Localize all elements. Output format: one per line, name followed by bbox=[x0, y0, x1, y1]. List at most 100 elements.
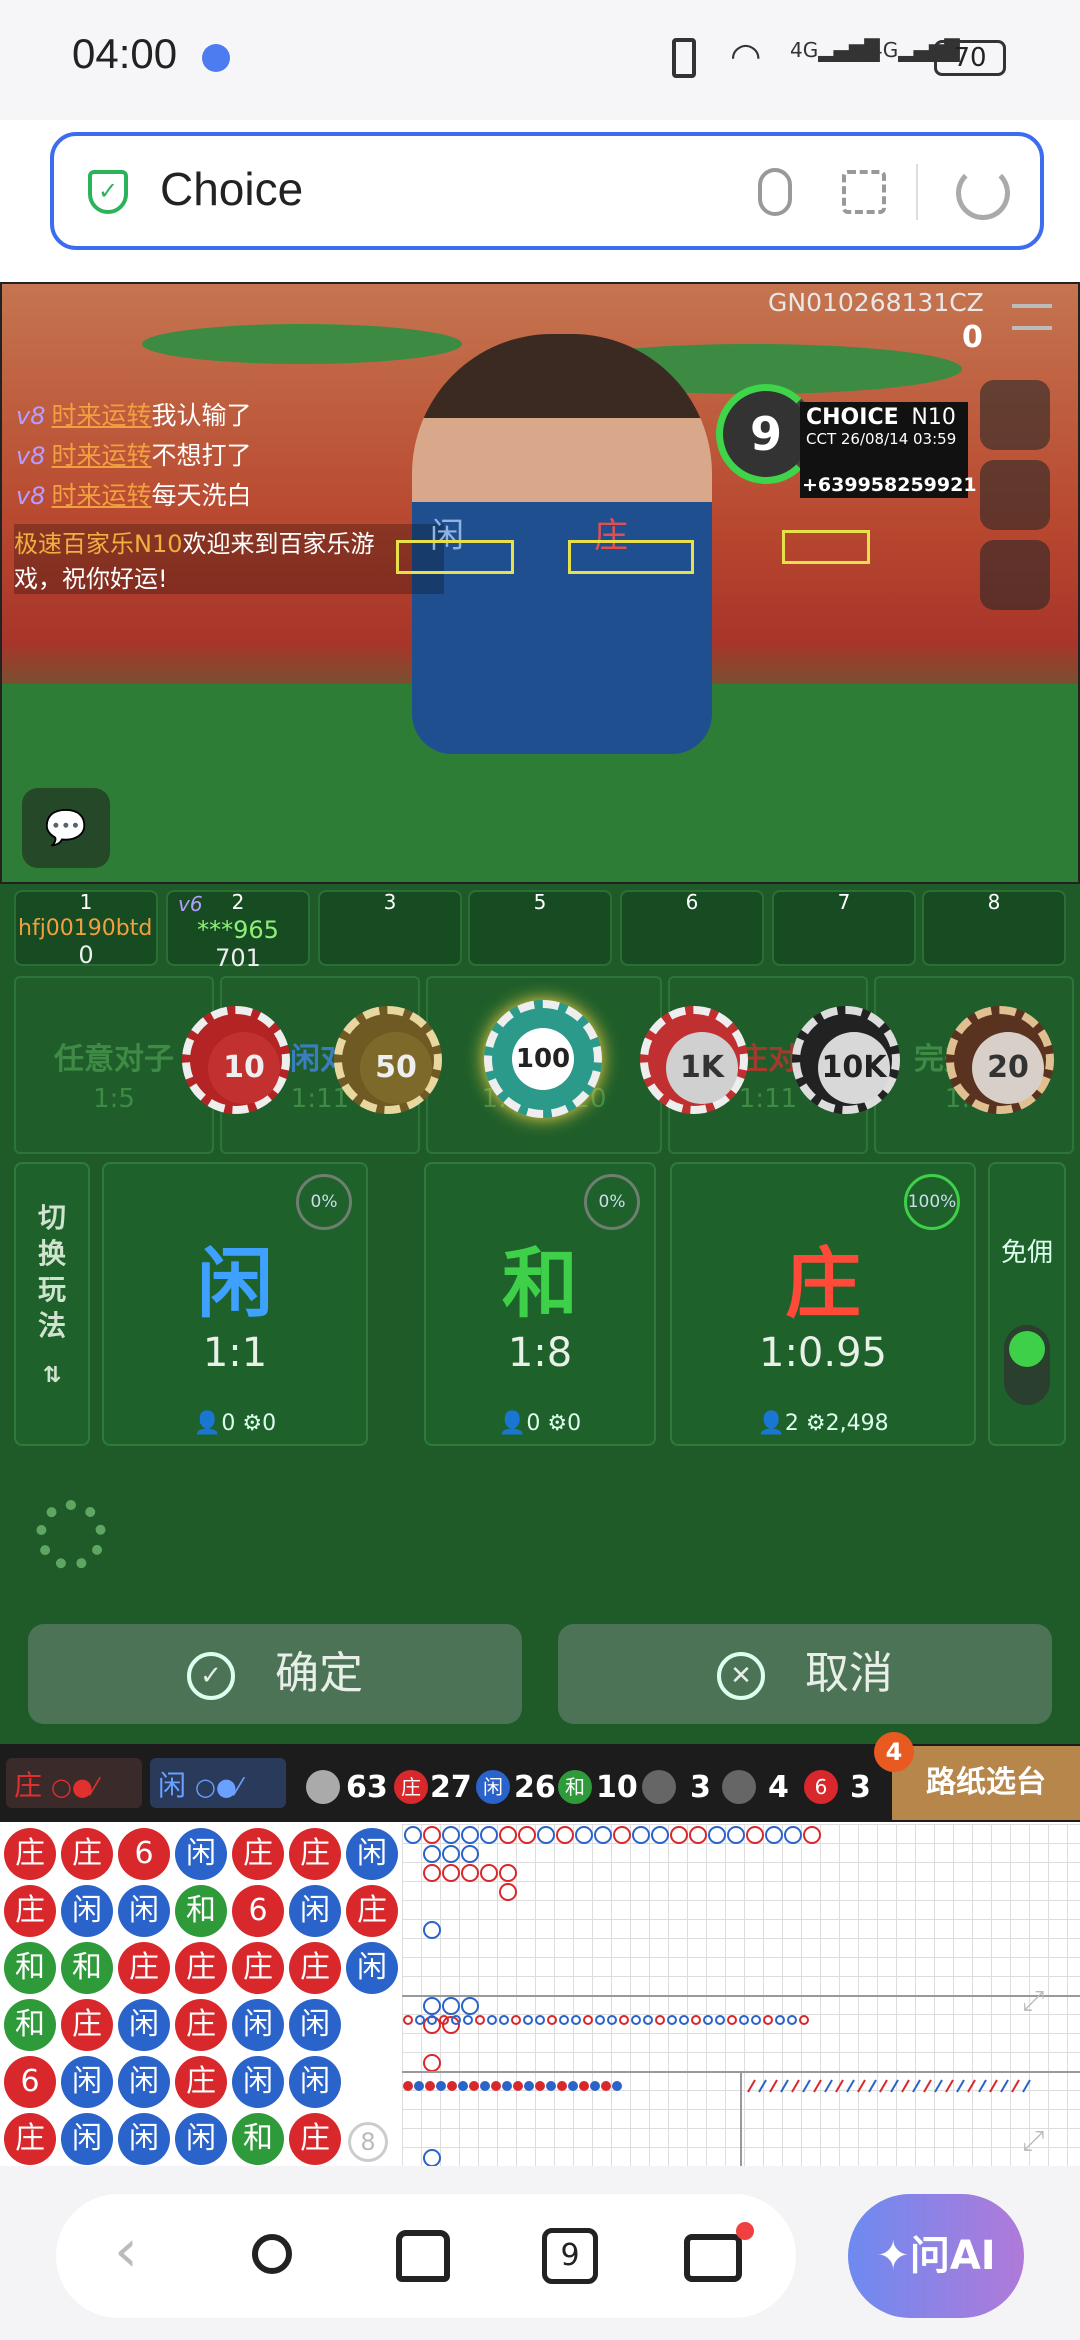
road-mark bbox=[469, 2081, 479, 2091]
road-mark bbox=[442, 1826, 460, 1844]
bet-tie[interactable]: 0% 和 1:8 👤0 ⚙0 bbox=[424, 1162, 656, 1446]
bet-banker[interactable]: 100% 庄 1:0.95 👤2 ⚙2,498 bbox=[670, 1162, 976, 1446]
road-mark bbox=[978, 2079, 987, 2093]
bead-cell: 闲 bbox=[289, 2056, 341, 2108]
road-mark bbox=[739, 2015, 749, 2025]
banker-count: 27 bbox=[430, 1770, 472, 1805]
road-mark bbox=[461, 1997, 479, 2015]
player-prediction-button[interactable]: 闲 ○●⁄ bbox=[150, 1758, 286, 1808]
road-mark bbox=[491, 2081, 501, 2091]
chip-10k[interactable]: 10K bbox=[792, 1006, 900, 1114]
commission-free-toggle[interactable]: 免佣 bbox=[988, 1162, 1066, 1446]
scan-icon[interactable] bbox=[842, 170, 886, 214]
road-mark bbox=[679, 2015, 689, 2025]
seat-8[interactable]: 8 bbox=[922, 890, 1066, 966]
brand-logo: CHOICE bbox=[806, 405, 899, 430]
swap-icon: ⇅ bbox=[42, 1363, 62, 1388]
road-mark bbox=[546, 2081, 556, 2091]
road-mark bbox=[423, 1997, 441, 2015]
welcome-message: 极速百家乐N10欢迎来到百家乐游 戏，祝你好运! bbox=[14, 524, 444, 594]
back-icon[interactable]: ‹ bbox=[114, 2216, 138, 2286]
big-road-grid: ⤢ ⤢ bbox=[402, 1824, 1080, 2166]
chip-100[interactable]: 100 bbox=[484, 1000, 602, 1118]
road-mark bbox=[765, 1826, 783, 1844]
seat-3[interactable]: 3 bbox=[318, 890, 462, 966]
chat-line: v8 时来运转我认输了 bbox=[16, 401, 252, 430]
microphone-icon[interactable] bbox=[758, 168, 792, 216]
seat-2[interactable]: 2 v6 ***965 701 bbox=[166, 890, 310, 972]
road-mark bbox=[447, 2081, 457, 2091]
bet-stats: 👤0 ⚙0 bbox=[498, 1411, 582, 1436]
search-icon[interactable] bbox=[252, 2234, 292, 2274]
seat-number: 7 bbox=[837, 890, 851, 914]
six-count: 3 bbox=[850, 1770, 871, 1805]
chip-10[interactable]: 10 bbox=[182, 1006, 290, 1114]
notification-icon bbox=[202, 44, 230, 72]
address-bar[interactable]: ✓ Choice bbox=[50, 132, 1044, 250]
expand-icon[interactable]: ⤢ bbox=[1022, 1984, 1044, 2018]
ask-ai-button[interactable]: ✦问AI bbox=[848, 2194, 1024, 2318]
switch-mode-button[interactable]: 切换玩法 ⇅ bbox=[14, 1162, 90, 1446]
bead-cell: 庄 bbox=[175, 1942, 227, 1994]
seat-6[interactable]: 6 bbox=[620, 890, 764, 966]
road-mark bbox=[537, 1826, 555, 1844]
bead-road: 庄庄6闲庄庄闲庄闲闲和6闲庄和和庄庄庄庄闲和庄闲庄闲闲6闲闲庄闲闲庄闲闲闲和庄 bbox=[0, 1824, 400, 2166]
bet-player[interactable]: 0% 闲 1:1 👤0 ⚙0 bbox=[102, 1162, 368, 1446]
bead-cell: 庄 bbox=[175, 1999, 227, 2051]
road-mark bbox=[518, 1826, 536, 1844]
user-icon: 👤 bbox=[498, 1411, 527, 1436]
bead-cell: 庄 bbox=[4, 2113, 56, 2165]
bet-label: 和 bbox=[502, 1239, 578, 1328]
chip-20[interactable]: 20 bbox=[946, 1006, 1054, 1114]
bead-cell: 6 bbox=[4, 2056, 56, 2108]
cancel-button[interactable]: ✕ 取消 bbox=[558, 1624, 1052, 1724]
player-pair-icon bbox=[722, 1770, 756, 1804]
road-mark bbox=[480, 1864, 498, 1882]
road-mark bbox=[524, 2081, 534, 2091]
counter: 0 bbox=[962, 320, 983, 355]
bead-cell: 6 bbox=[118, 1828, 170, 1880]
road-mark bbox=[912, 2079, 921, 2093]
road-mark bbox=[857, 2079, 866, 2093]
briefcase-icon[interactable] bbox=[684, 2234, 742, 2282]
seat-7[interactable]: 7 bbox=[772, 890, 916, 966]
road-mark bbox=[458, 2081, 468, 2091]
road-mark bbox=[502, 2081, 512, 2091]
settings-icon[interactable] bbox=[36, 1500, 106, 1570]
banker-prediction-button[interactable]: 庄 ○●⁄ bbox=[6, 1758, 142, 1808]
bead-cell: 闲 bbox=[118, 1999, 170, 2051]
road-mark bbox=[791, 2079, 800, 2093]
chip-50[interactable]: 50 bbox=[334, 1006, 442, 1114]
shield-check-icon: ✓ bbox=[88, 170, 128, 214]
home-icon[interactable] bbox=[396, 2230, 450, 2282]
camera-switch-icon[interactable] bbox=[980, 380, 1050, 450]
seat-number: 8 bbox=[987, 890, 1001, 914]
road-mark bbox=[480, 1826, 498, 1844]
chat-button[interactable]: 💬 bbox=[22, 788, 110, 868]
reload-icon[interactable] bbox=[956, 166, 1010, 220]
road-mark bbox=[956, 2079, 965, 2093]
bead-cell: 闲 bbox=[118, 1885, 170, 1937]
road-select-button[interactable]: 路纸选台 bbox=[892, 1746, 1080, 1820]
dealer-tip-icon[interactable] bbox=[980, 540, 1050, 610]
bead-cell: 闲 bbox=[346, 1942, 398, 1994]
close-icon: ✕ bbox=[717, 1652, 765, 1700]
toggle-switch[interactable] bbox=[1004, 1325, 1050, 1405]
chip-1k[interactable]: 1K bbox=[640, 1006, 748, 1114]
menu-icon[interactable] bbox=[1012, 304, 1052, 330]
tabs-button[interactable]: 9 bbox=[542, 2228, 598, 2284]
card-box bbox=[568, 540, 694, 574]
confirm-label: 确定 bbox=[275, 1648, 363, 1699]
chip-icon: ⚙ bbox=[805, 1411, 826, 1436]
road-mark bbox=[423, 2149, 441, 2166]
road-mark bbox=[715, 2015, 725, 2025]
game-id: GN010268131CZ bbox=[768, 288, 984, 317]
seat-5[interactable]: 5 bbox=[468, 890, 612, 966]
seat-1[interactable]: 1 hfj00190btd 0 bbox=[14, 890, 158, 969]
bead-cell: 庄 bbox=[346, 1885, 398, 1937]
video-icon[interactable] bbox=[980, 460, 1050, 530]
road-mark bbox=[487, 2015, 497, 2025]
confirm-button[interactable]: ✓ 确定 bbox=[28, 1624, 522, 1724]
expand-icon-2[interactable]: ⤢ bbox=[1022, 2124, 1044, 2158]
road-mark bbox=[475, 2015, 485, 2025]
